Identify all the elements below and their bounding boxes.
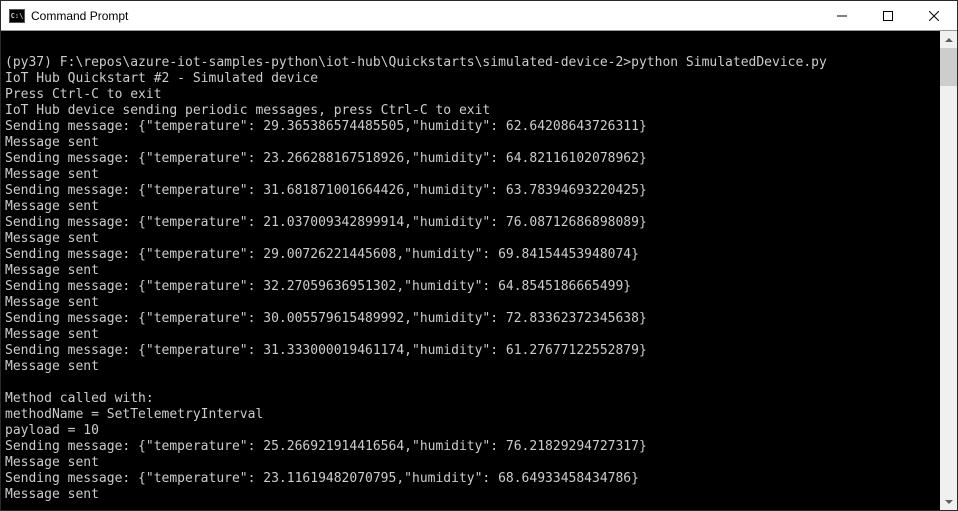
header-line: IoT Hub device sending periodic messages…: [5, 103, 936, 119]
header-line: Press Ctrl-C to exit: [5, 87, 936, 103]
header-line: IoT Hub Quickstart #2 - Simulated device: [5, 71, 936, 87]
close-icon: [929, 11, 939, 21]
window-title: Command Prompt: [31, 9, 819, 23]
sending-message-line: Sending message: {"temperature": 29.0072…: [5, 247, 936, 263]
prompt-line: (py37) F:\repos\azure-iot-samples-python…: [5, 55, 936, 71]
scroll-track[interactable]: [940, 48, 957, 493]
blank-line: [5, 375, 936, 391]
scroll-down-arrow[interactable]: [940, 493, 957, 510]
method-name-line: methodName = SetTelemetryInterval: [5, 407, 936, 423]
message-sent-line: Message sent: [5, 199, 936, 215]
message-sent-line: Message sent: [5, 263, 936, 279]
blank-line: [5, 39, 936, 55]
terminal-area: (py37) F:\repos\azure-iot-samples-python…: [1, 31, 957, 510]
command-prompt-window: C:\ Command Prompt (py37) F:\repos\azure…: [0, 0, 958, 511]
message-sent-line: Message sent: [5, 487, 936, 503]
message-sent-line: Message sent: [5, 231, 936, 247]
minimize-icon: [837, 11, 847, 21]
chevron-up-icon: [945, 38, 953, 42]
minimize-button[interactable]: [819, 1, 865, 30]
app-icon: C:\: [9, 9, 25, 23]
sending-message-line: Sending message: {"temperature": 31.3330…: [5, 343, 936, 359]
message-sent-line: Message sent: [5, 455, 936, 471]
close-button[interactable]: [911, 1, 957, 30]
sending-message-line: Sending message: {"temperature": 21.0370…: [5, 215, 936, 231]
method-call-header: Method called with:: [5, 391, 936, 407]
sending-message-line: Sending message: {"temperature": 29.3653…: [5, 119, 936, 135]
chevron-down-icon: [945, 500, 953, 504]
window-controls: [819, 1, 957, 30]
message-sent-line: Message sent: [5, 295, 936, 311]
sending-message-line: Sending message: {"temperature": 25.2669…: [5, 439, 936, 455]
maximize-button[interactable]: [865, 1, 911, 30]
message-sent-line: Message sent: [5, 135, 936, 151]
maximize-icon: [883, 11, 893, 21]
scroll-thumb[interactable]: [940, 48, 957, 86]
payload-line: payload = 10: [5, 423, 936, 439]
sending-message-line: Sending message: {"temperature": 23.2662…: [5, 151, 936, 167]
scroll-up-arrow[interactable]: [940, 31, 957, 48]
titlebar[interactable]: C:\ Command Prompt: [1, 1, 957, 31]
message-sent-line: Message sent: [5, 327, 936, 343]
sending-message-line: Sending message: {"temperature": 31.6818…: [5, 183, 936, 199]
sending-message-line: Sending message: {"temperature": 32.2705…: [5, 279, 936, 295]
sending-message-line: Sending message: {"temperature": 30.0055…: [5, 311, 936, 327]
terminal-output[interactable]: (py37) F:\repos\azure-iot-samples-python…: [1, 31, 940, 510]
vertical-scrollbar[interactable]: [940, 31, 957, 510]
message-sent-line: Message sent: [5, 167, 936, 183]
sending-message-line: Sending message: {"temperature": 23.1161…: [5, 471, 936, 487]
message-sent-line: Message sent: [5, 359, 936, 375]
